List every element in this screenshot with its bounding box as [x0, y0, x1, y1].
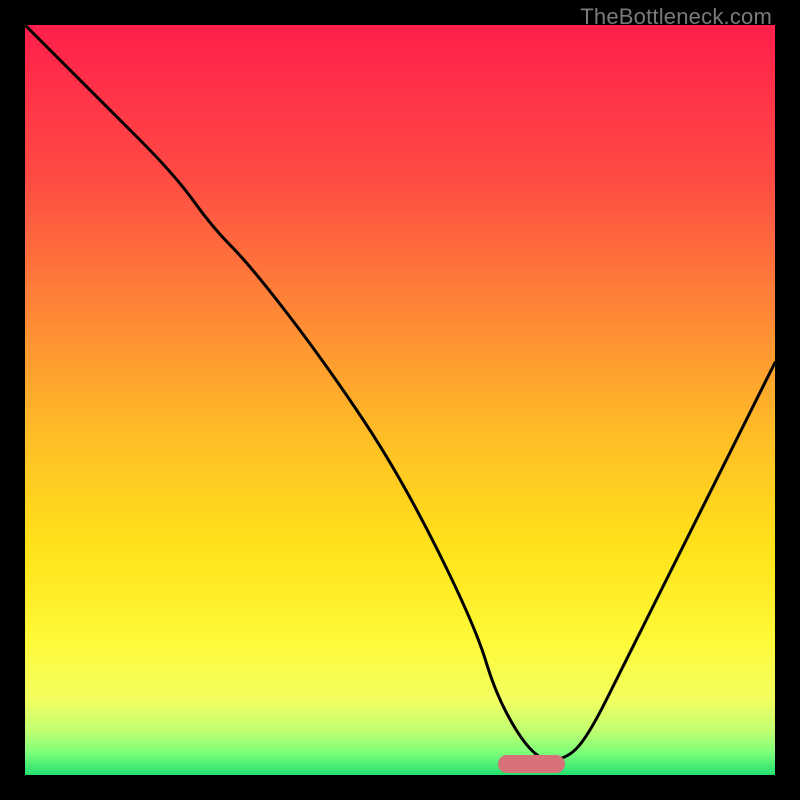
chart-frame: TheBottleneck.com: [0, 0, 800, 800]
plot-area: [25, 25, 775, 775]
bottleneck-curve: [25, 25, 775, 775]
watermark-text: TheBottleneck.com: [580, 4, 772, 30]
optimum-marker: [498, 755, 566, 773]
